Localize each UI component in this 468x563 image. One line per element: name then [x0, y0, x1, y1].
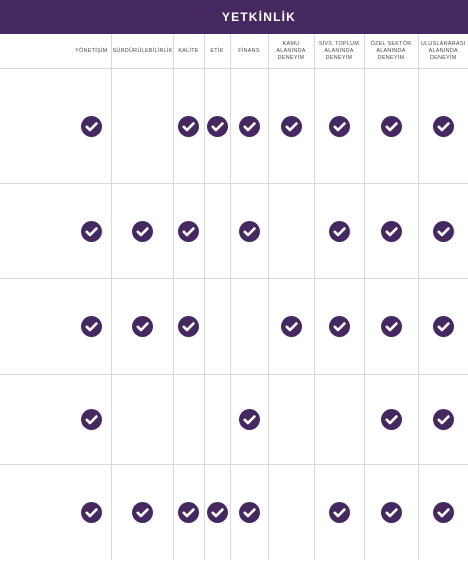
matrix-cell — [0, 278, 111, 375]
check-circle-icon — [380, 409, 402, 430]
table-row — [0, 68, 468, 184]
competency-banner: YETKİNLİK — [0, 0, 468, 34]
column-header: ÖZEL SEKTÖR ALANINDA DENEYİM — [363, 34, 418, 69]
column-header: SÜRDÜRÜLEBİLİRLİK — [110, 34, 173, 69]
matrix-cell — [203, 374, 230, 465]
check-circle-icon — [380, 220, 402, 242]
matrix-cell — [172, 68, 204, 184]
check-circle-icon — [80, 409, 102, 430]
column-header: SİVİL TOPLUM ALANINDA DENEYİM — [313, 34, 364, 69]
banner-title: YETKİNLİK — [221, 10, 296, 24]
matrix-cell — [313, 183, 364, 279]
column-header: KALİTE — [172, 34, 204, 69]
matrix-cell — [267, 374, 314, 465]
check-circle-icon — [178, 501, 199, 523]
check-circle-icon — [131, 220, 153, 242]
table-row — [0, 278, 468, 375]
check-circle-icon — [80, 316, 102, 337]
matrix-cell — [229, 183, 268, 279]
matrix-cell — [110, 68, 173, 184]
column-header: KAMU ALANINDA DENEYİM — [267, 34, 314, 69]
matrix-cell — [313, 278, 364, 375]
matrix-cell — [172, 278, 204, 375]
matrix-cell — [267, 464, 314, 560]
matrix-cell — [417, 68, 468, 184]
matrix-cell — [229, 374, 268, 465]
check-circle-icon — [328, 220, 350, 242]
matrix-cell — [417, 374, 468, 465]
check-circle-icon — [380, 115, 402, 137]
matrix-cell — [0, 183, 111, 279]
check-circle-icon — [80, 115, 102, 137]
check-circle-icon — [206, 501, 228, 523]
column-header: ULUSLARARASI ALANINDA DENEYİM — [417, 34, 468, 69]
matrix-cell — [313, 374, 364, 465]
check-circle-icon — [178, 316, 199, 337]
matrix-cell — [203, 68, 230, 184]
matrix-cell — [0, 464, 111, 560]
matrix-cell — [417, 278, 468, 375]
column-header: FİNANS — [229, 34, 268, 69]
matrix-cell — [363, 68, 418, 184]
matrix-cell — [110, 464, 173, 560]
matrix-cell — [172, 374, 204, 465]
check-circle-icon — [238, 501, 260, 523]
check-circle-icon — [238, 409, 260, 430]
matrix-cell — [417, 183, 468, 279]
check-circle-icon — [432, 501, 454, 523]
matrix-cell — [0, 68, 111, 184]
matrix-cell — [0, 374, 111, 465]
check-circle-icon — [131, 316, 153, 337]
matrix-cell — [203, 278, 230, 375]
matrix-cell — [229, 464, 268, 560]
matrix-cell — [229, 278, 268, 375]
check-circle-icon — [80, 501, 102, 523]
check-circle-icon — [238, 220, 260, 242]
matrix-cell — [172, 183, 204, 279]
matrix-cell — [267, 183, 314, 279]
check-circle-icon — [206, 115, 228, 137]
table-row — [0, 464, 468, 560]
matrix-cell — [110, 278, 173, 375]
column-header: YÖNETİŞİM — [0, 34, 111, 69]
check-circle-icon — [131, 501, 153, 523]
check-circle-icon — [238, 115, 260, 137]
check-circle-icon — [178, 115, 199, 137]
check-circle-icon — [80, 220, 102, 242]
matrix-cell — [363, 183, 418, 279]
matrix-cell — [313, 68, 364, 184]
check-circle-icon — [380, 501, 402, 523]
matrix-cell — [267, 278, 314, 375]
check-circle-icon — [432, 316, 454, 337]
header-row: YÖNETİŞİM SÜRDÜRÜLEBİLİRLİK KALİTE ETİK … — [0, 34, 468, 69]
check-circle-icon — [380, 316, 402, 337]
matrix-cell — [203, 183, 230, 279]
matrix-cell — [363, 464, 418, 560]
check-circle-icon — [280, 115, 302, 137]
matrix-cell — [363, 278, 418, 375]
table-row — [0, 183, 468, 279]
check-circle-icon — [328, 316, 350, 337]
check-circle-icon — [328, 115, 350, 137]
check-circle-icon — [432, 220, 454, 242]
table-row — [0, 374, 468, 465]
check-circle-icon — [178, 220, 199, 242]
check-circle-icon — [432, 115, 454, 137]
matrix-cell — [313, 464, 364, 560]
check-circle-icon — [328, 501, 350, 523]
check-circle-icon — [432, 409, 454, 430]
matrix-cell — [203, 464, 230, 560]
matrix-cell — [172, 464, 204, 560]
matrix-cell — [110, 374, 173, 465]
competency-matrix: YÖNETİŞİM SÜRDÜRÜLEBİLİRLİK KALİTE ETİK … — [0, 34, 468, 560]
matrix-cell — [229, 68, 268, 184]
matrix-cell — [267, 68, 314, 184]
matrix-cell — [110, 183, 173, 279]
matrix-cell — [417, 464, 468, 560]
matrix-cell — [363, 374, 418, 465]
column-header: ETİK — [203, 34, 230, 69]
check-circle-icon — [280, 316, 302, 337]
